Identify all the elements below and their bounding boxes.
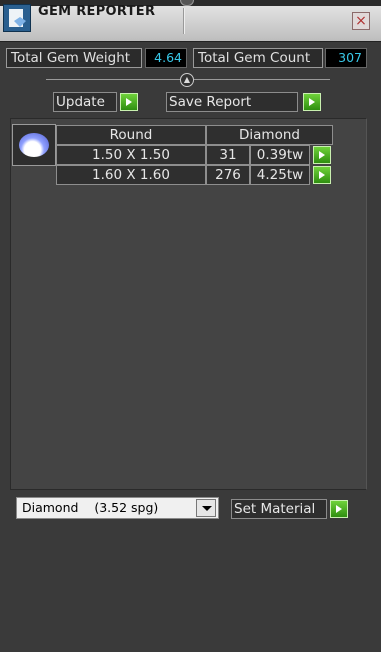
row-go-icon[interactable] [313, 146, 331, 164]
total-count-value: 307 [325, 48, 367, 68]
header-shape: Round [56, 125, 206, 145]
update-button[interactable]: Update [53, 92, 117, 112]
total-weight-value: 4.64 [145, 48, 187, 68]
row-size: 1.50 X 1.50 [56, 145, 206, 165]
row-weight: 0.39tw [250, 145, 310, 165]
header-material: Diamond [206, 125, 333, 145]
total-weight-label: Total Gem Weight [6, 48, 142, 68]
close-icon[interactable]: × [352, 12, 370, 30]
panel-title: GEM REPORTER [38, 4, 156, 19]
gem-thumbnail[interactable] [12, 124, 56, 166]
set-material-button[interactable]: Set Material [231, 499, 327, 519]
total-count-label: Total Gem Count [193, 48, 323, 68]
row-count: 31 [206, 145, 250, 165]
splitter-knob-icon[interactable]: ▲ [180, 73, 194, 87]
material-select[interactable]: Diamond (3.52 spg) [16, 497, 219, 519]
set-material-go-icon[interactable] [330, 500, 348, 518]
row-weight: 4.25tw [250, 165, 310, 185]
dropdown-arrow-icon[interactable] [196, 499, 216, 517]
save-report-button[interactable]: Save Report [166, 92, 298, 112]
update-go-icon[interactable] [120, 93, 138, 111]
save-report-go-icon[interactable] [303, 93, 321, 111]
row-size: 1.60 X 1.60 [56, 165, 206, 185]
row-count: 276 [206, 165, 250, 185]
row-go-icon[interactable] [313, 166, 331, 184]
gem-reporter-app-icon [3, 4, 31, 32]
title-divider [183, 8, 185, 34]
